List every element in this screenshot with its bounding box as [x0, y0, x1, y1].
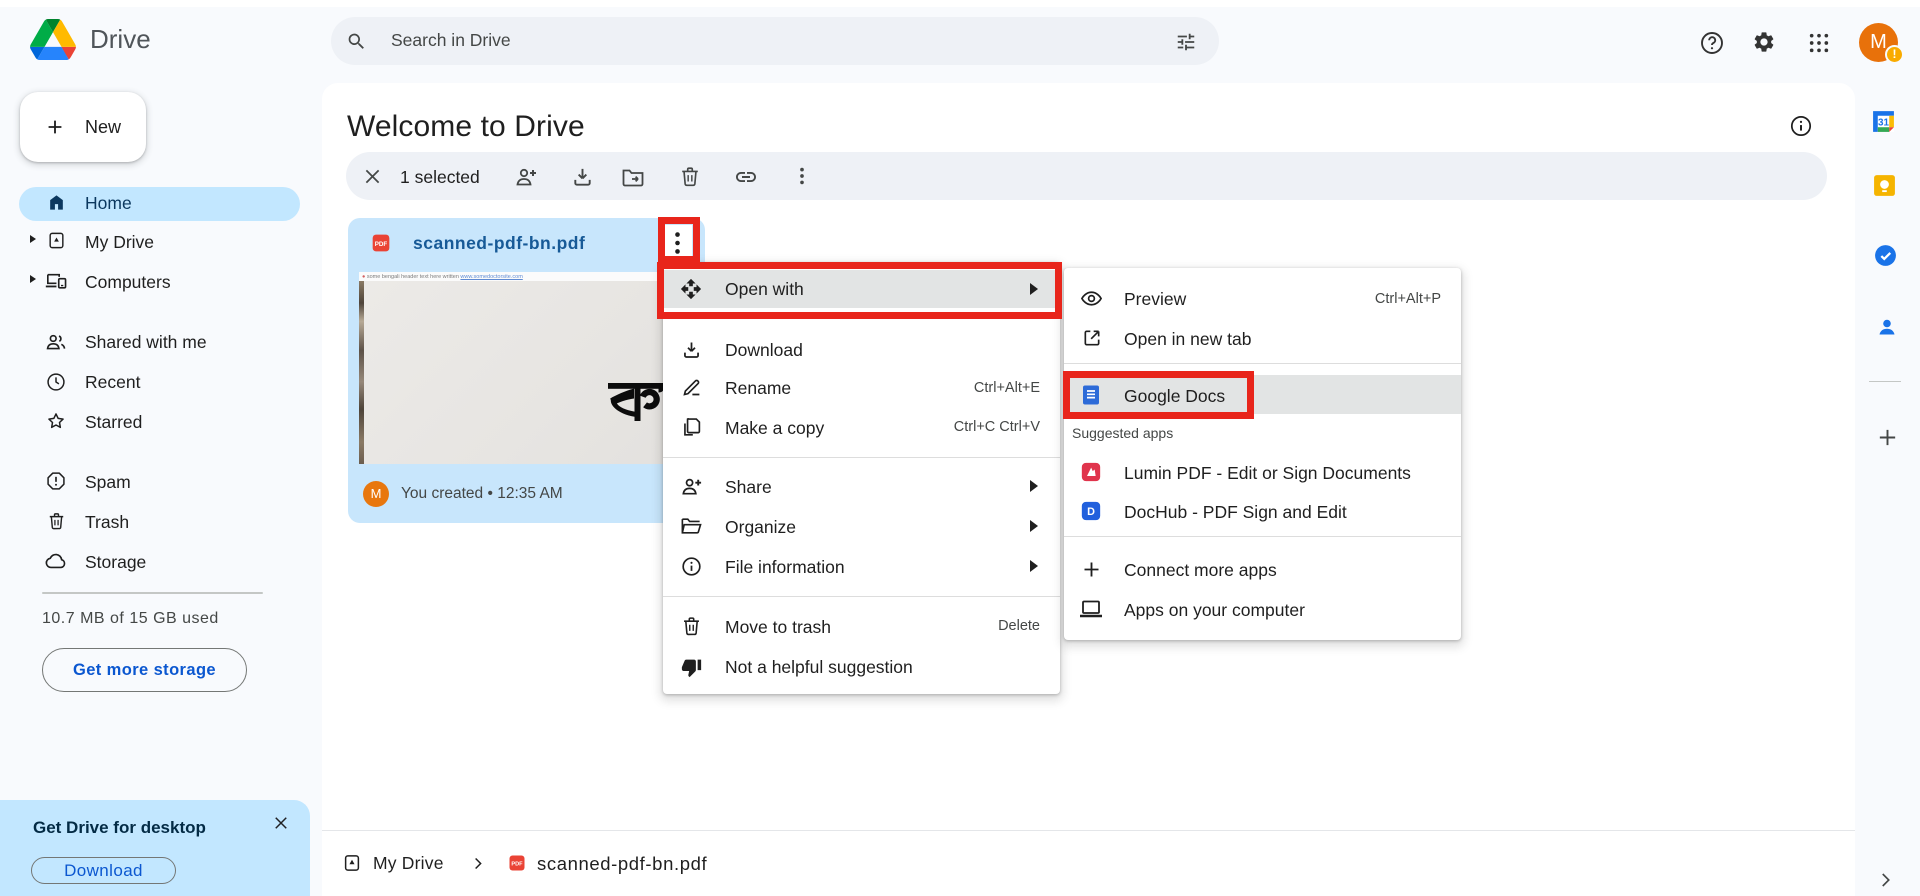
svg-text:31: 31 [1878, 117, 1889, 128]
svg-text:PDF: PDF [511, 862, 523, 868]
svg-text:D: D [1087, 506, 1095, 518]
svg-text:PDF: PDF [375, 241, 388, 248]
